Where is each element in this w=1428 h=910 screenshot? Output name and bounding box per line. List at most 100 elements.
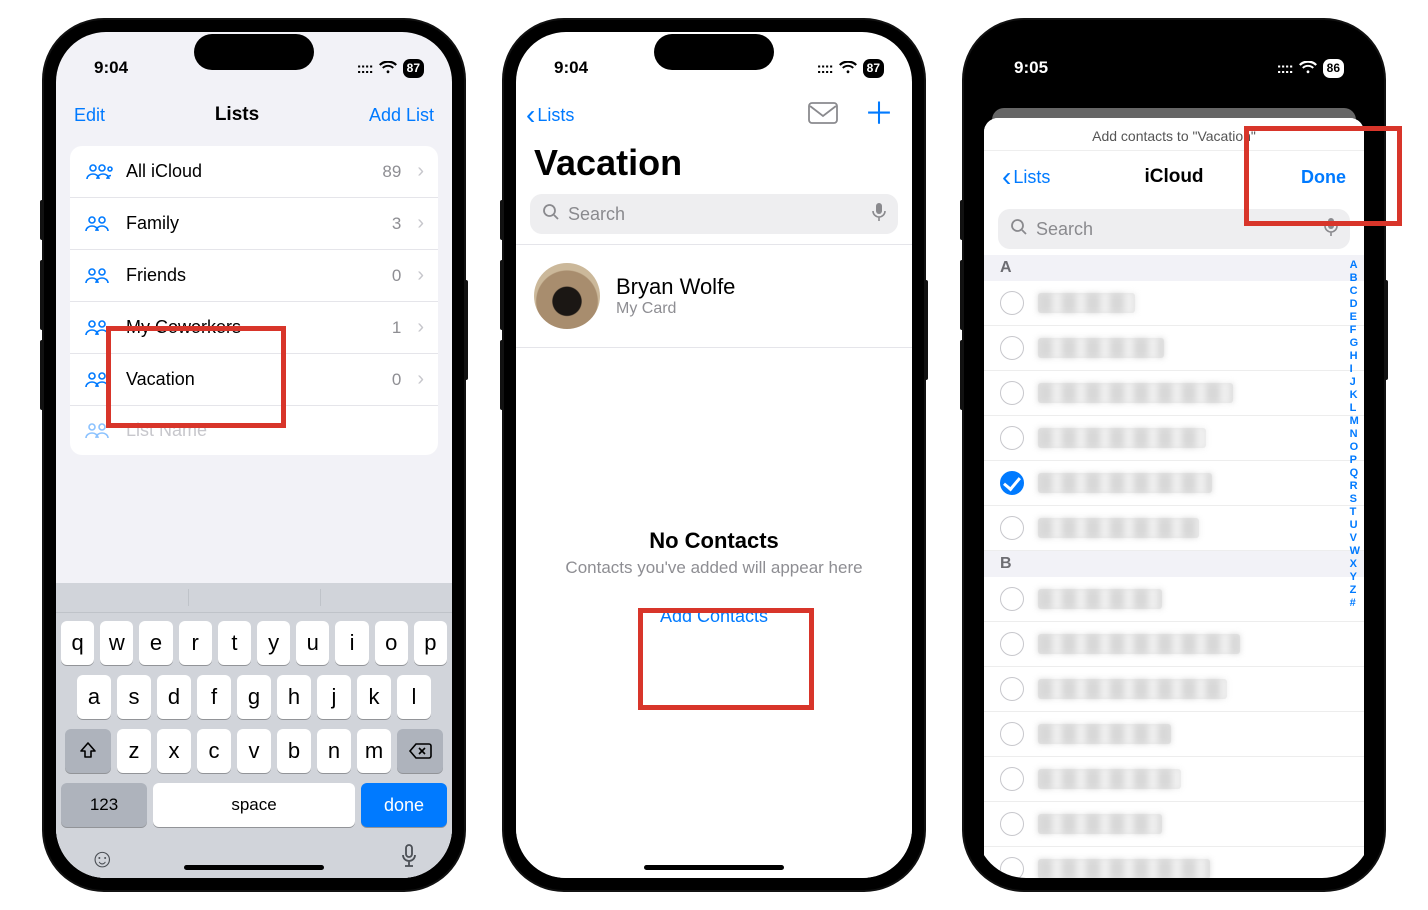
key-q[interactable]: q: [61, 621, 94, 665]
radio-unchecked-icon[interactable]: [1000, 426, 1024, 450]
key-i[interactable]: i: [335, 621, 368, 665]
radio-unchecked-icon[interactable]: [1000, 381, 1024, 405]
done-key[interactable]: done: [361, 783, 447, 827]
index-letter[interactable]: B: [1350, 272, 1360, 284]
index-letter[interactable]: S: [1350, 493, 1360, 505]
back-button[interactable]: ‹ Lists: [526, 101, 574, 129]
contact-picker-list[interactable]: A B ABCDEFGHIJKLMNOPQRSTUVWXYZ#: [984, 255, 1364, 878]
index-letter[interactable]: G: [1350, 337, 1360, 349]
index-letter[interactable]: L: [1350, 402, 1360, 414]
space-key[interactable]: space: [153, 783, 355, 827]
key-k[interactable]: k: [357, 675, 391, 719]
radio-unchecked-icon[interactable]: [1000, 632, 1024, 656]
contact-row[interactable]: [984, 712, 1364, 757]
index-letter[interactable]: V: [1350, 532, 1360, 544]
contact-row[interactable]: [984, 461, 1364, 506]
back-button[interactable]: ‹ Lists: [1002, 163, 1050, 191]
radio-unchecked-icon[interactable]: [1000, 291, 1024, 315]
radio-unchecked-icon[interactable]: [1000, 516, 1024, 540]
key-g[interactable]: g: [237, 675, 271, 719]
index-letter[interactable]: O: [1350, 441, 1360, 453]
contact-row[interactable]: [984, 371, 1364, 416]
key-b[interactable]: b: [277, 729, 311, 773]
key-v[interactable]: v: [237, 729, 271, 773]
index-letter[interactable]: F: [1350, 324, 1360, 336]
radio-unchecked-icon[interactable]: [1000, 767, 1024, 791]
key-s[interactable]: s: [117, 675, 151, 719]
index-letter[interactable]: D: [1350, 298, 1360, 310]
keyboard[interactable]: qwertyuiop asdfghjkl zxcvbnm 123 space d…: [56, 583, 452, 878]
home-indicator[interactable]: [184, 865, 324, 870]
add-contact-icon[interactable]: ＋: [864, 100, 894, 130]
radio-unchecked-icon[interactable]: [1000, 722, 1024, 746]
contact-row[interactable]: [984, 326, 1364, 371]
contact-row[interactable]: [984, 577, 1364, 622]
key-d[interactable]: d: [157, 675, 191, 719]
key-p[interactable]: p: [414, 621, 447, 665]
edit-button[interactable]: Edit: [74, 105, 105, 126]
radio-unchecked-icon[interactable]: [1000, 336, 1024, 360]
key-o[interactable]: o: [375, 621, 408, 665]
search-input[interactable]: Search: [530, 194, 898, 234]
shift-key[interactable]: [65, 729, 111, 773]
key-z[interactable]: z: [117, 729, 151, 773]
contact-row[interactable]: [984, 847, 1364, 878]
contact-row[interactable]: [984, 802, 1364, 847]
key-h[interactable]: h: [277, 675, 311, 719]
backspace-key[interactable]: [397, 729, 443, 773]
index-letter[interactable]: Q: [1350, 467, 1360, 479]
index-letter[interactable]: J: [1350, 376, 1360, 388]
key-j[interactable]: j: [317, 675, 351, 719]
index-letter[interactable]: W: [1350, 545, 1360, 557]
index-letter[interactable]: T: [1350, 506, 1360, 518]
index-letter[interactable]: K: [1350, 389, 1360, 401]
index-letter[interactable]: N: [1350, 428, 1360, 440]
list-row-all-icloud[interactable]: All iCloud 89 ›: [70, 146, 438, 198]
index-letter[interactable]: M: [1350, 415, 1360, 427]
contact-row[interactable]: [984, 757, 1364, 802]
contact-row[interactable]: [984, 622, 1364, 667]
key-w[interactable]: w: [100, 621, 133, 665]
home-indicator[interactable]: [644, 865, 784, 870]
dictation-key-icon[interactable]: [399, 843, 419, 876]
index-letter[interactable]: C: [1350, 285, 1360, 297]
key-a[interactable]: a: [77, 675, 111, 719]
key-y[interactable]: y: [257, 621, 290, 665]
my-card-row[interactable]: Bryan Wolfe My Card: [516, 244, 912, 348]
radio-unchecked-icon[interactable]: [1000, 812, 1024, 836]
index-letter[interactable]: Y: [1350, 571, 1360, 583]
index-letter[interactable]: H: [1350, 350, 1360, 362]
alpha-index-bar[interactable]: ABCDEFGHIJKLMNOPQRSTUVWXYZ#: [1350, 255, 1360, 878]
contact-row[interactable]: [984, 506, 1364, 551]
index-letter[interactable]: E: [1350, 311, 1360, 323]
radio-unchecked-icon[interactable]: [1000, 587, 1024, 611]
list-row-friends[interactable]: Friends 0 ›: [70, 250, 438, 302]
numeric-key[interactable]: 123: [61, 783, 147, 827]
key-l[interactable]: l: [397, 675, 431, 719]
emoji-key-icon[interactable]: ☺: [89, 843, 116, 876]
keyboard-candidates-bar[interactable]: [56, 583, 452, 613]
index-letter[interactable]: X: [1350, 558, 1360, 570]
radio-unchecked-icon[interactable]: [1000, 857, 1024, 878]
contact-row[interactable]: [984, 281, 1364, 326]
key-n[interactable]: n: [317, 729, 351, 773]
key-f[interactable]: f: [197, 675, 231, 719]
key-r[interactable]: r: [179, 621, 212, 665]
add-list-button[interactable]: Add List: [369, 105, 434, 126]
index-letter[interactable]: Z: [1350, 584, 1360, 596]
radio-unchecked-icon[interactable]: [1000, 677, 1024, 701]
key-t[interactable]: t: [218, 621, 251, 665]
index-letter[interactable]: P: [1350, 454, 1360, 466]
list-row-family[interactable]: Family 3 ›: [70, 198, 438, 250]
index-letter[interactable]: I: [1350, 363, 1360, 375]
key-e[interactable]: e: [139, 621, 172, 665]
index-letter[interactable]: R: [1350, 480, 1360, 492]
contact-row[interactable]: [984, 416, 1364, 461]
mic-icon[interactable]: [872, 202, 886, 227]
key-x[interactable]: x: [157, 729, 191, 773]
mail-all-icon[interactable]: [808, 102, 838, 129]
index-letter[interactable]: #: [1350, 597, 1360, 609]
key-c[interactable]: c: [197, 729, 231, 773]
radio-checked-icon[interactable]: [1000, 471, 1024, 495]
key-u[interactable]: u: [296, 621, 329, 665]
